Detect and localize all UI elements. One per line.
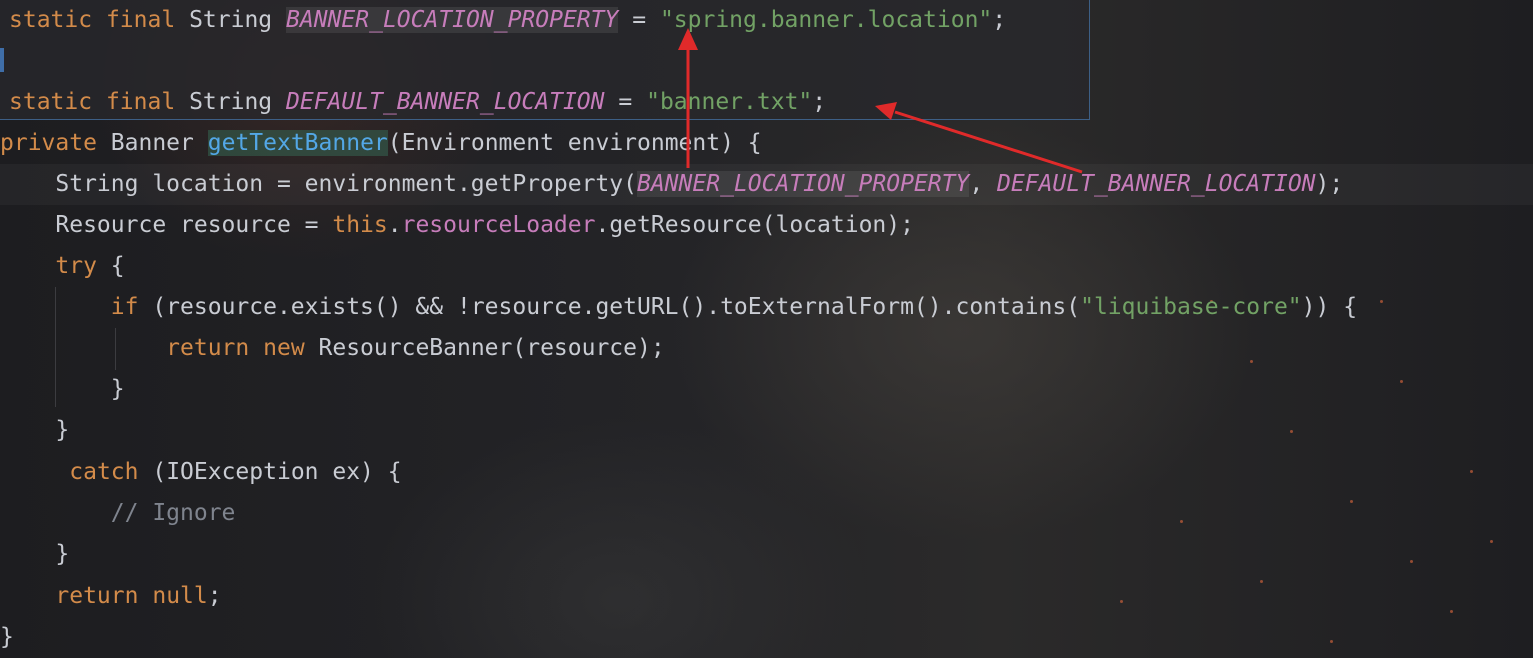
keyword: return [166, 335, 250, 361]
keyword: catch [69, 459, 139, 485]
comment: // Ignore [110, 500, 236, 526]
code-line-4[interactable]: try { [0, 246, 1533, 287]
keyword: null [152, 583, 208, 609]
code-text: { [96, 253, 125, 279]
code-text: Resource resource = [55, 212, 333, 238]
keyword: static [9, 7, 93, 33]
definition-preview-popup[interactable]: static final String BANNER_LOCATION_PROP… [0, 0, 1090, 120]
semicolon: ; [992, 7, 1007, 33]
code-line-11[interactable]: } [0, 534, 1533, 575]
code-line-5[interactable]: if (resource.exists() && !resource.getUR… [0, 287, 1533, 328]
constant-name[interactable]: DEFAULT_BANNER_LOCATION [286, 89, 605, 115]
keyword: return [55, 583, 139, 609]
code-line-2[interactable]: String location = environment.getPropert… [0, 164, 1533, 205]
code-text: String location = environment.getPropert… [55, 171, 637, 197]
code-text: )) { [1301, 294, 1358, 320]
code-text: } [55, 417, 70, 443]
code-line-12[interactable]: return null; [0, 576, 1533, 617]
type-name: String [189, 89, 273, 115]
code-text: (IOException ex) { [138, 459, 402, 485]
keyword: if [110, 294, 139, 320]
code-text: . [387, 212, 402, 238]
code-line-10[interactable]: // Ignore [0, 493, 1533, 534]
keyword: private [0, 130, 97, 156]
keyword: this [332, 212, 388, 238]
type-name: Banner [110, 130, 194, 156]
code-line-3[interactable]: Resource resource = this.resourceLoader.… [0, 205, 1533, 246]
code-line-9[interactable]: catch (IOException ex) { [0, 452, 1533, 493]
code-line-6[interactable]: return new ResourceBanner(resource); [0, 328, 1533, 369]
code-text: } [0, 624, 14, 650]
operator: = [618, 89, 633, 115]
code-text: ); [1315, 171, 1344, 197]
keyword: static [9, 89, 93, 115]
code-line-1[interactable]: private Banner getTextBanner(Environment… [0, 123, 1533, 164]
popup-gutter-marker [0, 48, 4, 72]
constant-ref[interactable]: BANNER_LOCATION_PROPERTY [636, 171, 970, 197]
keyword: try [55, 253, 97, 279]
popup-line-1[interactable]: static final String BANNER_LOCATION_PROP… [9, 0, 1006, 40]
field-ref[interactable]: resourceLoader [402, 212, 596, 238]
constant-ref[interactable]: DEFAULT_BANNER_LOCATION [997, 171, 1316, 197]
method-name[interactable]: getTextBanner [207, 130, 388, 156]
string-literal: "spring.banner.location" [659, 7, 993, 33]
code-text: } [110, 376, 125, 402]
keyword: final [105, 7, 176, 33]
code-text: ResourceBanner(resource); [304, 335, 665, 361]
code-text: .getResource(location); [595, 212, 914, 238]
type-name: String [189, 7, 273, 33]
operator: = [632, 7, 647, 33]
code-line-13[interactable]: } [0, 617, 1533, 658]
constant-name[interactable]: BANNER_LOCATION_PROPERTY [286, 7, 619, 33]
string-literal: "liquibase-core" [1080, 294, 1302, 320]
code-text: ; [207, 583, 222, 609]
code-text: (Environment environment) { [387, 130, 762, 156]
semicolon: ; [812, 89, 827, 115]
code-text: } [55, 541, 70, 567]
string-literal: "banner.txt" [646, 89, 813, 115]
code-line-7[interactable]: } [0, 369, 1533, 410]
code-line-8[interactable]: } [0, 410, 1533, 451]
code-text: , [969, 171, 998, 197]
code-text: (resource.exists() && !resource.getURL()… [138, 294, 1081, 320]
popup-line-2[interactable]: static final String DEFAULT_BANNER_LOCAT… [9, 82, 826, 122]
keyword: new [263, 335, 305, 361]
keyword: final [105, 89, 176, 115]
